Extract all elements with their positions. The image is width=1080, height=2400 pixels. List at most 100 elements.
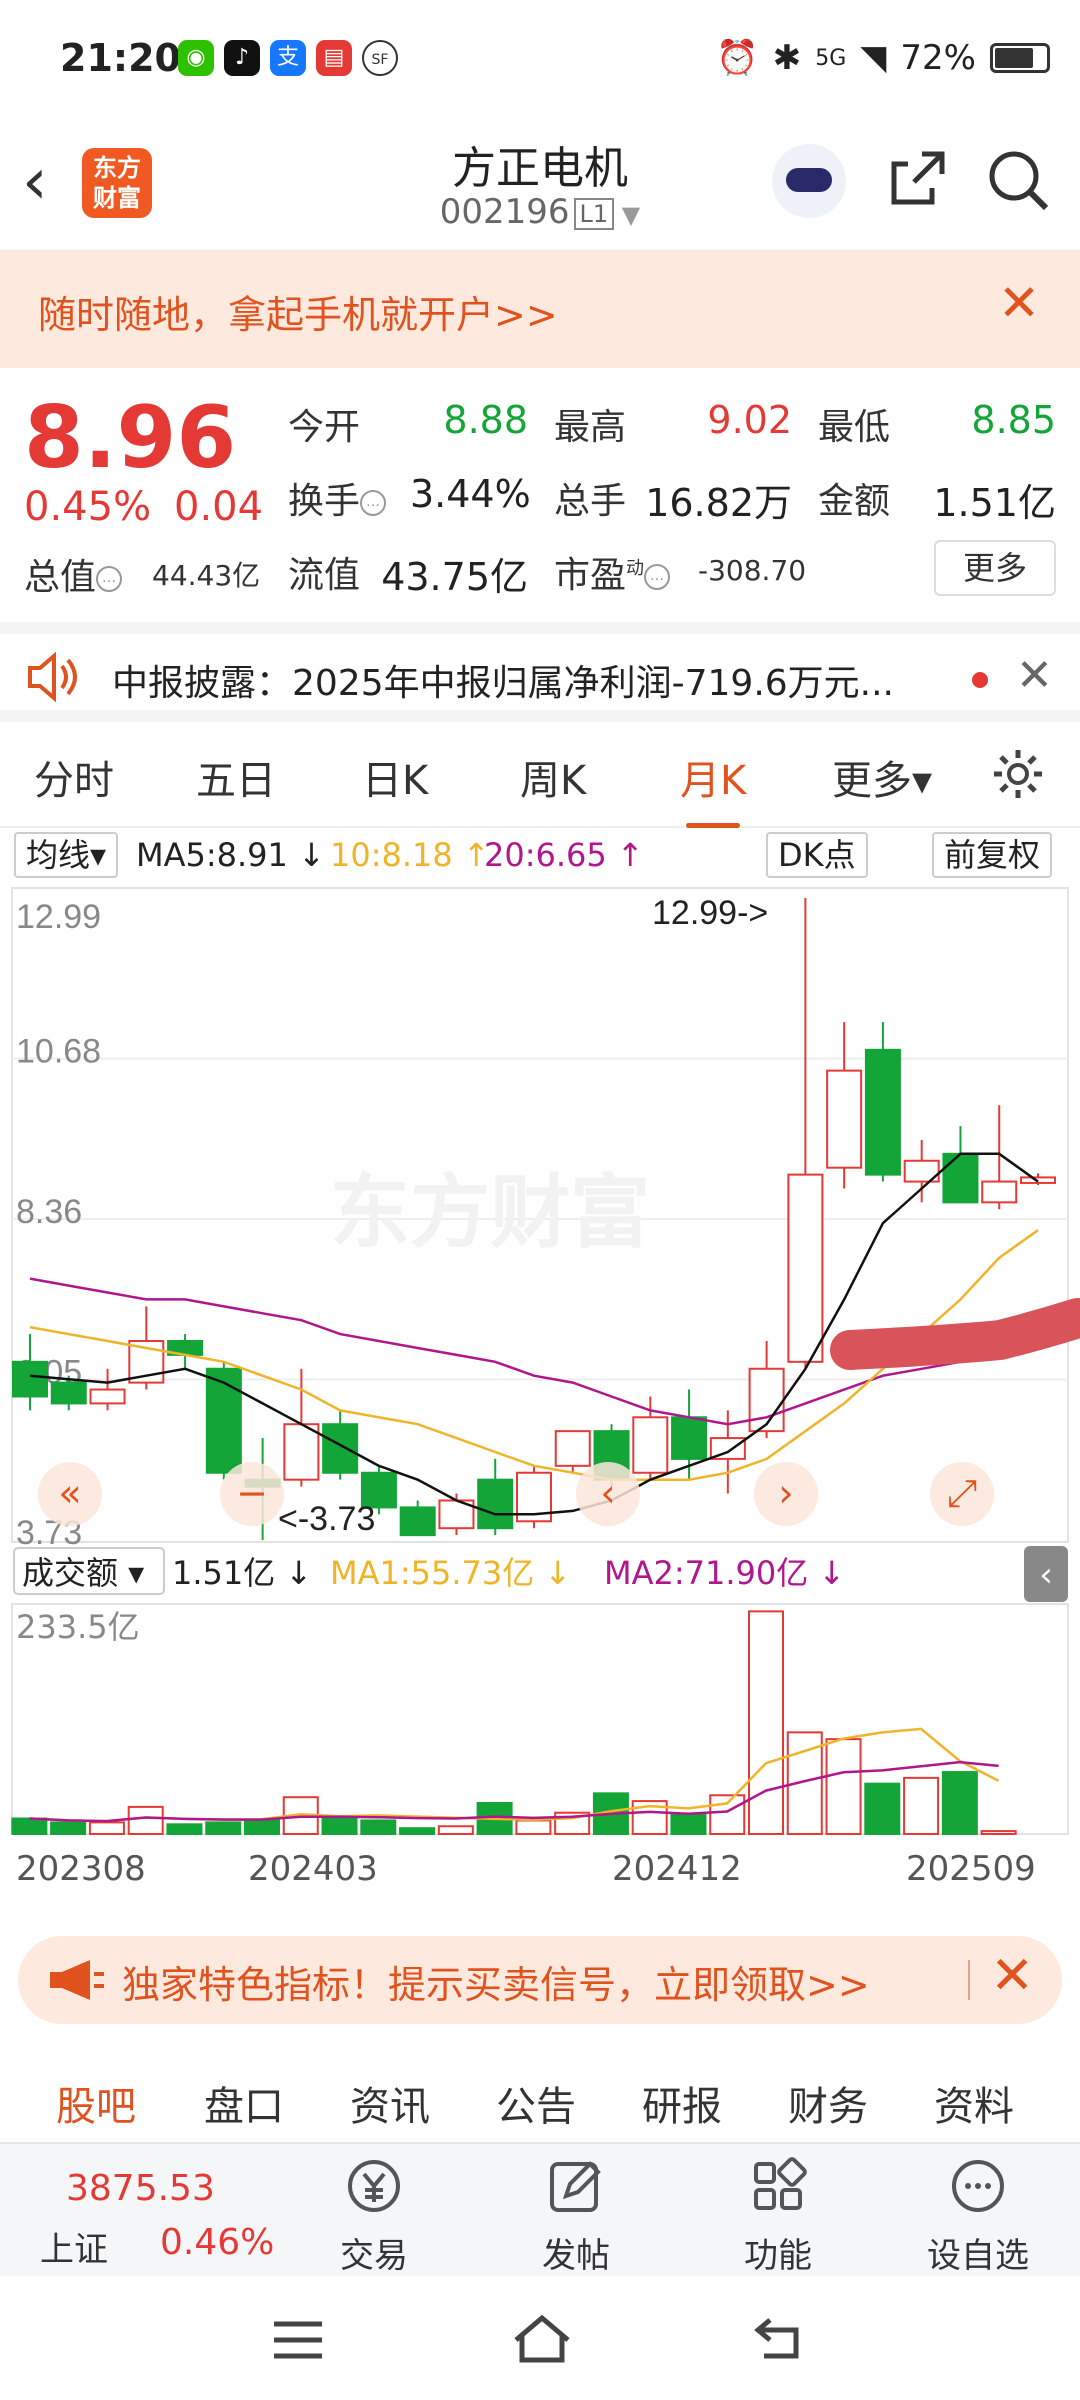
low-value: 8.85 — [971, 398, 1056, 442]
volume-value: 16.82万 — [645, 481, 792, 525]
float-cap-value: 43.75亿 — [381, 555, 528, 599]
home-icon[interactable] — [510, 2312, 574, 2364]
pan-left-icon-glyph[interactable]: ‹ — [600, 1471, 615, 1515]
kline-indicator-bar: 均线▾ MA5:8.91 ↓ 10:8.18 ↑ 20:6.65 ↑ DK点 前… — [14, 832, 1066, 882]
grid-icon[interactable] — [738, 2152, 818, 2222]
assistant-robot-icon[interactable] — [772, 144, 846, 218]
adjust-button[interactable]: 前复权 — [932, 832, 1053, 878]
search-icon[interactable] — [986, 148, 1050, 212]
high-label: 最高 — [554, 407, 627, 448]
market-cap-value: 44.43亿 — [152, 559, 261, 592]
trade-button-label[interactable]: 交易 — [304, 2228, 444, 2277]
min-price-label: <-3.73 — [278, 1500, 375, 1538]
tab-daily-k[interactable]: 日K — [362, 748, 428, 806]
pan-left-fast-icon-glyph[interactable]: « — [58, 1471, 81, 1515]
watchlist-button-label[interactable]: 设自选 — [908, 2228, 1048, 2277]
price-tick-label: 8.36 — [16, 1193, 82, 1231]
gear-icon[interactable] — [990, 746, 1046, 802]
tab-finance[interactable]: 财务 — [788, 2074, 868, 2132]
status-bar: 21:20 ◉ ♪ 支 ▤ SF ⏰ ✱ 5G ◥ 72% — [0, 0, 1080, 120]
alipay-icon: 支 — [270, 40, 306, 76]
volume-bar — [980, 1830, 1017, 1835]
candle-body — [942, 1152, 979, 1204]
system-nav-bar — [0, 2276, 1080, 2400]
promo-text: 独家特色指标！提示买卖信号，立即领取>> — [122, 1963, 870, 2007]
kline-chart[interactable]: 12.9910.688.366.053.73东方财富12.99-><-3.73«… — [0, 880, 1080, 1920]
tab-more[interactable]: 更多▾ — [832, 748, 932, 806]
menu-icon[interactable] — [270, 2318, 326, 2362]
tab-research[interactable]: 研报 — [642, 2074, 722, 2132]
function-button-label[interactable]: 功能 — [708, 2228, 848, 2277]
promo-divider — [968, 1960, 970, 2000]
dk-point-button[interactable]: DK点 — [766, 832, 868, 878]
index-name[interactable]: 上证 — [40, 2222, 108, 2271]
status-time: 21:20 — [60, 36, 181, 80]
wechat-icon: ◉ — [178, 40, 214, 76]
open-value: 8.88 — [443, 398, 528, 442]
index-value[interactable]: 3875.53 — [66, 2168, 215, 2209]
candle-body — [12, 1360, 48, 1398]
wifi-icon: ◥ — [860, 38, 887, 78]
candle-body — [477, 1478, 514, 1530]
volume-bar — [127, 1805, 164, 1836]
close-icon[interactable]: ✕ — [1016, 650, 1053, 701]
close-icon[interactable]: ✕ — [998, 274, 1040, 332]
more-quote-button[interactable]: 更多 — [934, 540, 1056, 596]
amount-value: 1.51亿 — [933, 481, 1056, 525]
tab-news[interactable]: 资讯 — [350, 2074, 430, 2132]
volume-max-label: 233.5亿 — [16, 1608, 140, 1646]
tab-weekly-k[interactable]: 周K — [520, 748, 586, 806]
back-nav-icon[interactable] — [752, 2314, 808, 2362]
battery-text: 72% — [900, 38, 976, 78]
edit-icon[interactable] — [536, 2152, 616, 2222]
indicator-promo-banner[interactable]: 独家特色指标！提示买卖信号，立即领取>> ✕ — [18, 1936, 1062, 2024]
price-tick-label: 10.68 — [16, 1033, 101, 1071]
index-change[interactable]: 0.46% — [160, 2222, 274, 2263]
candle-body — [89, 1388, 126, 1405]
unread-dot — [972, 672, 988, 688]
volume-bar — [88, 1821, 125, 1836]
tab-announcements[interactable]: 公告 — [496, 2074, 576, 2132]
tab-monthly-k[interactable]: 月K — [680, 748, 746, 828]
volume-bar — [166, 1823, 203, 1835]
post-button-label[interactable]: 发帖 — [506, 2228, 646, 2277]
banner-text: 随时随地，拿起手机就开户>> — [38, 293, 558, 337]
candle-body — [554, 1430, 591, 1467]
turnover-value: 3.44% — [410, 472, 531, 516]
change-amount: 0.04 — [174, 484, 264, 530]
tab-profile[interactable]: 资料 — [934, 2074, 1014, 2132]
x-axis-label: 202403 — [248, 1849, 378, 1889]
tab-intraday[interactable]: 分时 — [34, 748, 114, 806]
tab-forum[interactable]: 股吧 — [56, 2074, 136, 2154]
more-icon[interactable] — [938, 2152, 1018, 2222]
x-axis-label: 202412 — [612, 1849, 742, 1889]
change-percent: 0.45% — [24, 484, 152, 530]
low-label: 最低 — [818, 407, 891, 448]
close-icon[interactable]: ✕ — [990, 1946, 1034, 2006]
battery-icon — [990, 43, 1050, 73]
pan-right-icon-glyph[interactable]: › — [778, 1471, 793, 1515]
max-price-label: 12.99-> — [652, 894, 768, 932]
quote-panel: 8.96 0.45% 0.04 总值… 44.43亿 今开 8.88 最高 9.… — [0, 368, 1080, 616]
volume-bar — [50, 1821, 87, 1836]
volume-current: 1.51亿 ↓ — [172, 1554, 312, 1592]
volume-select-label: 成交额 ▾ — [22, 1554, 144, 1592]
tab-five-day[interactable]: 五日 — [196, 748, 276, 806]
open-account-banner[interactable]: 随时随地，拿起手机就开户>> ✕ — [0, 250, 1080, 368]
volume-bar — [437, 1825, 474, 1835]
news-icon: ▤ — [316, 40, 352, 76]
tab-order-book[interactable]: 盘口 — [204, 2074, 284, 2132]
content-tabs: 股吧 盘口 资讯 公告 研报 财务 资料 — [0, 2050, 1080, 2154]
bottom-action-bar: 3875.53 上证 0.46% 交易 发帖 功能 设自选 — [0, 2142, 1080, 2276]
yen-icon[interactable] — [334, 2152, 414, 2222]
candle-body — [671, 1416, 708, 1460]
fullscreen-icon-glyph[interactable]: ⤢ — [947, 1471, 977, 1515]
disclosure-notice[interactable]: 中报披露：2025年中报归属净利润-719.6万元... ✕ — [0, 622, 1080, 722]
share-icon[interactable] — [886, 148, 948, 210]
zoom-out-icon-glyph[interactable]: − — [236, 1471, 268, 1515]
ma-select[interactable]: 均线▾ — [14, 832, 119, 878]
volume-bar — [748, 1610, 784, 1835]
volume-ma1: MA1:55.73亿 ↓ — [330, 1554, 571, 1592]
candle-body — [399, 1506, 436, 1537]
ma5-value: MA5:8.91 ↓ — [136, 836, 325, 874]
